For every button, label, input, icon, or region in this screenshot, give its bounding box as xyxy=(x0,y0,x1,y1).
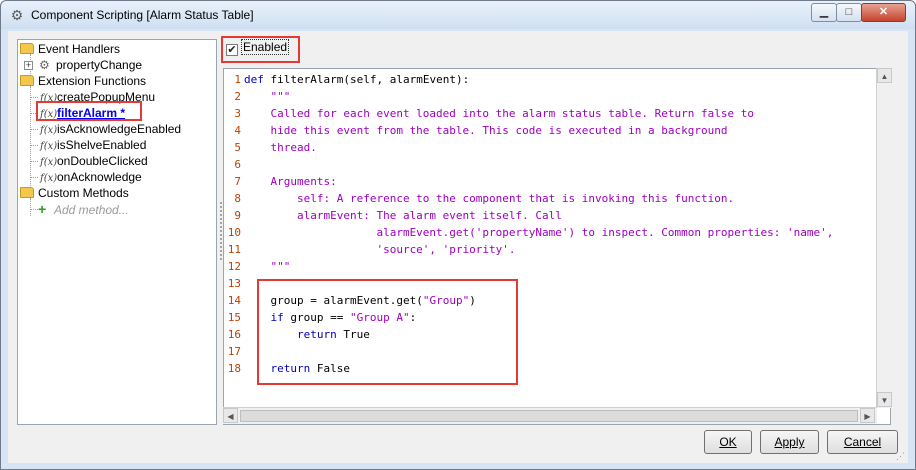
tree-connector xyxy=(30,145,38,146)
code-line: thread. xyxy=(244,141,317,154)
code-line: Called for each event loaded into the al… xyxy=(244,107,754,120)
tree-node-label: isAcknowledgeEnabled xyxy=(57,122,182,136)
line-number: 14 xyxy=(227,294,241,307)
line-number: 7 xyxy=(234,175,241,188)
horizontal-scrollbar[interactable]: ◀ ▶ xyxy=(223,407,877,424)
line-number: 16 xyxy=(227,328,241,341)
gear-icon: ⚙ xyxy=(10,7,24,23)
add-icon: + xyxy=(38,201,47,217)
window-title: Component Scripting [Alarm Status Table] xyxy=(31,8,254,22)
tree-node-label: onDoubleClicked xyxy=(57,154,148,168)
code-line: self: A reference to the component that … xyxy=(244,192,735,205)
component-scripting-window: ⚙ Component Scripting [Alarm Status Tabl… xyxy=(0,0,916,470)
code-line: hide this event from the table. This cod… xyxy=(244,124,728,137)
line-number: 6 xyxy=(234,158,241,171)
tree-connector xyxy=(30,209,38,210)
tree-connector xyxy=(30,129,38,130)
code-line: def filterAlarm(self, alarmEvent): xyxy=(244,73,470,86)
close-button[interactable]: ✕ xyxy=(861,3,906,22)
code-line: alarmEvent.get('propertyName') to inspec… xyxy=(244,226,834,239)
line-number-gutter: 1 2 3 4 5 6 7 8 9 10 11 12 13 14 15 16 17 18 xyxy=(224,69,244,409)
tree-node-label: Extension Functions xyxy=(38,74,147,88)
tree-node-label: propertyChange xyxy=(56,58,143,72)
apply-button[interactable]: Apply xyxy=(760,430,819,454)
line-number: 18 xyxy=(227,362,241,375)
cancel-button-label: Cancel xyxy=(843,435,882,449)
tree-node-on-double-clicked[interactable]: f(x)onDoubleClicked xyxy=(40,153,148,169)
highlight-box xyxy=(36,101,142,121)
tree-connector xyxy=(30,161,38,162)
line-number: 9 xyxy=(234,209,241,222)
tree-node-label: Custom Methods xyxy=(38,186,129,200)
tree-node-is-shelve-enabled[interactable]: f(x)isShelveEnabled xyxy=(40,137,146,153)
code-line: alarmEvent: The alarm event itself. Call xyxy=(244,209,562,222)
line-number: 5 xyxy=(234,141,241,154)
tree-node-extension-functions[interactable]: Extension Functions xyxy=(20,73,146,89)
code-line: 'source', 'priority'. xyxy=(244,243,516,256)
scroll-thumb[interactable] xyxy=(240,410,858,422)
tree-node-event-handlers[interactable]: Event Handlers xyxy=(20,41,120,57)
line-number: 17 xyxy=(227,345,241,358)
script-tree: Event Handlers + ⚙ propertyChange Extensi… xyxy=(17,39,217,425)
dialog-body: Event Handlers + ⚙ propertyChange Extensi… xyxy=(8,31,908,463)
add-method-item[interactable]: + Add method... xyxy=(38,201,129,217)
line-number: 2 xyxy=(234,90,241,103)
gear-icon: ⚙ xyxy=(39,58,50,72)
title-bar[interactable]: ⚙ Component Scripting [Alarm Status Tabl… xyxy=(1,1,915,29)
scroll-left-icon[interactable]: ◀ xyxy=(223,408,238,423)
line-number: 10 xyxy=(227,226,241,239)
ok-button-label: OK xyxy=(719,435,737,449)
highlight-box xyxy=(257,279,518,385)
folder-icon xyxy=(20,187,34,198)
line-number: 4 xyxy=(234,124,241,137)
scroll-right-icon[interactable]: ▶ xyxy=(860,408,875,423)
scroll-up-icon[interactable]: ▲ xyxy=(877,68,892,83)
line-number: 12 xyxy=(227,260,241,273)
maximize-button[interactable]: □ xyxy=(836,3,862,22)
line-number: 1 xyxy=(234,73,241,86)
minimize-button[interactable]: ▁ xyxy=(811,3,837,22)
tree-node-property-change[interactable]: ⚙ propertyChange xyxy=(39,57,142,73)
cancel-button[interactable]: Cancel xyxy=(827,430,898,454)
tree-connector xyxy=(30,177,38,178)
line-number: 11 xyxy=(227,243,241,256)
highlight-box xyxy=(221,36,300,63)
tree-connector xyxy=(30,97,38,98)
tree-node-custom-methods[interactable]: Custom Methods xyxy=(20,185,129,201)
line-number: 8 xyxy=(234,192,241,205)
folder-icon xyxy=(20,75,34,86)
tree-node-on-acknowledge[interactable]: f(x)onAcknowledge xyxy=(40,169,142,185)
tree-node-label: isShelveEnabled xyxy=(57,138,147,152)
vertical-scrollbar[interactable]: ▲ ▼ xyxy=(876,68,892,408)
tree-node-label: onAcknowledge xyxy=(57,170,142,184)
line-number: 13 xyxy=(227,277,241,290)
line-number: 3 xyxy=(234,107,241,120)
ok-button[interactable]: OK xyxy=(704,430,752,454)
tree-node-label: Event Handlers xyxy=(38,42,121,56)
code-line: """ xyxy=(244,90,291,103)
code-line: Arguments: xyxy=(244,175,337,188)
resize-grip-icon[interactable]: ⋰ xyxy=(896,451,906,461)
tree-node-is-acknowledge-enabled[interactable]: f(x)isAcknowledgeEnabled xyxy=(40,121,181,137)
apply-button-label: Apply xyxy=(774,435,805,449)
expand-icon[interactable]: + xyxy=(24,61,33,70)
line-number: 15 xyxy=(227,311,241,324)
folder-icon xyxy=(20,43,34,54)
code-line: """ xyxy=(244,260,291,273)
add-method-label: Add method... xyxy=(54,203,129,217)
scroll-down-icon[interactable]: ▼ xyxy=(877,392,892,407)
